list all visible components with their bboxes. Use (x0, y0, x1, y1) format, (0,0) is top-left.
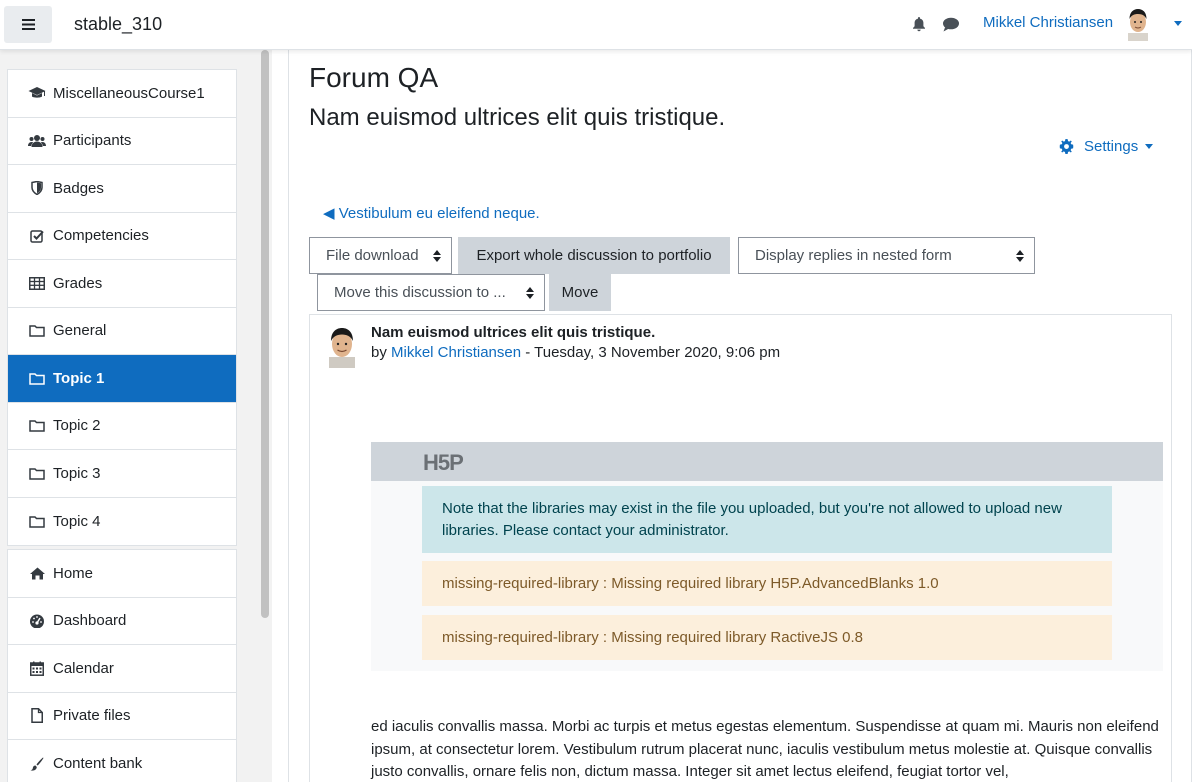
byline-prefix: by (371, 344, 387, 361)
user-menu-name[interactable]: Mikkel Christiansen (983, 14, 1113, 31)
nav-item-label: MiscellaneousCourse1 (53, 84, 205, 102)
gear-icon (1059, 139, 1074, 154)
sort-arrows-icon (526, 287, 534, 299)
nav-item-label: Topic 2 (53, 417, 101, 435)
post-subject: Nam euismod ultrices elit quis tristique… (371, 324, 656, 341)
nav-item-label: Calendar (53, 659, 114, 677)
forum-post: Nam euismod ultrices elit quis tristique… (309, 314, 1172, 782)
nav-item-private-files[interactable]: Private files (8, 693, 236, 740)
bell-icon[interactable] (911, 16, 927, 36)
file-download-select[interactable]: File download (309, 237, 452, 274)
table-icon (28, 275, 46, 291)
author-avatar[interactable] (326, 324, 358, 368)
nav-item-topic-1[interactable]: Topic 1 (8, 355, 236, 403)
nav-item-topic-3[interactable]: Topic 3 (8, 450, 236, 498)
nav-item-calendar[interactable]: Calendar (8, 645, 236, 693)
chevron-down-icon[interactable] (1174, 21, 1182, 26)
discussion-title: Nam euismod ultrices elit quis tristique… (309, 104, 726, 131)
site-nav-group: Home Dashboard Calendar Private files Co… (7, 549, 237, 782)
folder-icon (28, 370, 46, 386)
home-icon (28, 565, 46, 581)
messages-icon[interactable] (942, 17, 960, 36)
library-info-alert: Note that the libraries may exist in the… (422, 486, 1112, 553)
export-portfolio-button[interactable]: Export whole discussion to portfolio (458, 237, 730, 274)
check-square-icon (28, 228, 46, 244)
nav-item-label: Competencies (53, 227, 149, 245)
post-date: - Tuesday, 3 November 2020, 9:06 pm (521, 344, 781, 361)
folder-icon (28, 465, 46, 481)
nav-item-label: Private files (53, 707, 131, 725)
user-avatar[interactable] (1124, 7, 1152, 41)
main-region: Forum QA Nam euismod ultrices elit quis … (288, 50, 1192, 782)
nav-drawer: MiscellaneousCourse1 Participants Badges… (0, 50, 272, 782)
select-value: File download (326, 247, 419, 264)
shield-icon (28, 180, 46, 196)
folder-icon (28, 513, 46, 529)
dashboard-icon (28, 613, 46, 629)
page-title: Forum QA (309, 62, 439, 93)
nav-item-participants[interactable]: Participants (8, 118, 236, 165)
drawer-scrollbar[interactable] (259, 50, 272, 782)
move-button[interactable]: Move (549, 274, 611, 311)
file-icon (28, 708, 46, 724)
nav-item-course[interactable]: MiscellaneousCourse1 (8, 70, 236, 118)
sort-arrows-icon (433, 250, 441, 262)
calendar-icon (28, 660, 46, 676)
settings-menu[interactable]: Settings (1059, 138, 1154, 155)
nav-item-badges[interactable]: Badges (8, 165, 236, 213)
course-nav-group: MiscellaneousCourse1 Participants Badges… (7, 69, 237, 546)
drawer-toggle-button[interactable] (4, 6, 52, 43)
h5p-logo: H5P (423, 450, 475, 477)
top-navbar: stable_310 Mikkel Christiansen (0, 0, 1192, 50)
folder-icon (28, 418, 46, 434)
nav-item-label: Badges (53, 179, 104, 197)
graduation-cap-icon (28, 85, 46, 101)
nav-item-label: Topic 4 (53, 512, 101, 530)
nav-item-label: Grades (53, 274, 103, 292)
missing-library-alert: missing-required-library : Missing requi… (422, 615, 1112, 660)
h5p-embed: H5P Note that the libraries may exist in… (371, 442, 1163, 671)
nav-item-grades[interactable]: Grades (8, 260, 236, 308)
move-discussion-select[interactable]: Move this discussion to ... (317, 274, 545, 311)
nav-item-label: Dashboard (53, 612, 127, 630)
nav-item-content-bank[interactable]: Content bank (8, 740, 236, 782)
hamburger-icon (21, 19, 35, 30)
nav-item-label: Content bank (53, 755, 143, 773)
select-value: Display replies in nested form (755, 247, 952, 264)
nav-item-label: Topic 1 (53, 369, 105, 387)
nav-item-label: Topic 3 (53, 464, 101, 482)
missing-library-alert: missing-required-library : Missing requi… (422, 561, 1112, 606)
nav-item-home[interactable]: Home (8, 550, 236, 598)
select-value: Move this discussion to ... (334, 284, 506, 301)
chevron-down-icon (1145, 144, 1154, 149)
nav-item-topic-4[interactable]: Topic 4 (8, 498, 236, 546)
folder-icon (28, 323, 46, 339)
previous-discussion-link[interactable]: ◀ Vestibulum eu eleifend neque. (323, 204, 540, 222)
post-byline: by Mikkel Christiansen - Tuesday, 3 Nove… (371, 344, 780, 361)
nav-item-general[interactable]: General (8, 308, 236, 355)
nav-item-label: Home (53, 564, 94, 582)
display-mode-select[interactable]: Display replies in nested form (738, 237, 1035, 274)
paint-brush-icon (28, 756, 46, 772)
post-body-text: ed iaculis convallis massa. Morbi ac tur… (371, 718, 1159, 780)
author-link[interactable]: Mikkel Christiansen (391, 344, 521, 361)
nav-item-topic-2[interactable]: Topic 2 (8, 403, 236, 450)
scrollbar-thumb[interactable] (261, 50, 269, 618)
h5p-header-bar: H5P (371, 442, 1163, 481)
nav-item-dashboard[interactable]: Dashboard (8, 598, 236, 645)
nav-item-label: Participants (53, 132, 132, 150)
svg-text:H5P: H5P (423, 451, 463, 473)
settings-label: Settings (1084, 138, 1139, 155)
users-icon (28, 133, 46, 149)
sort-arrows-icon (1016, 250, 1024, 262)
nav-item-competencies[interactable]: Competencies (8, 213, 236, 260)
site-name[interactable]: stable_310 (74, 14, 162, 35)
nav-item-label: General (53, 322, 107, 340)
